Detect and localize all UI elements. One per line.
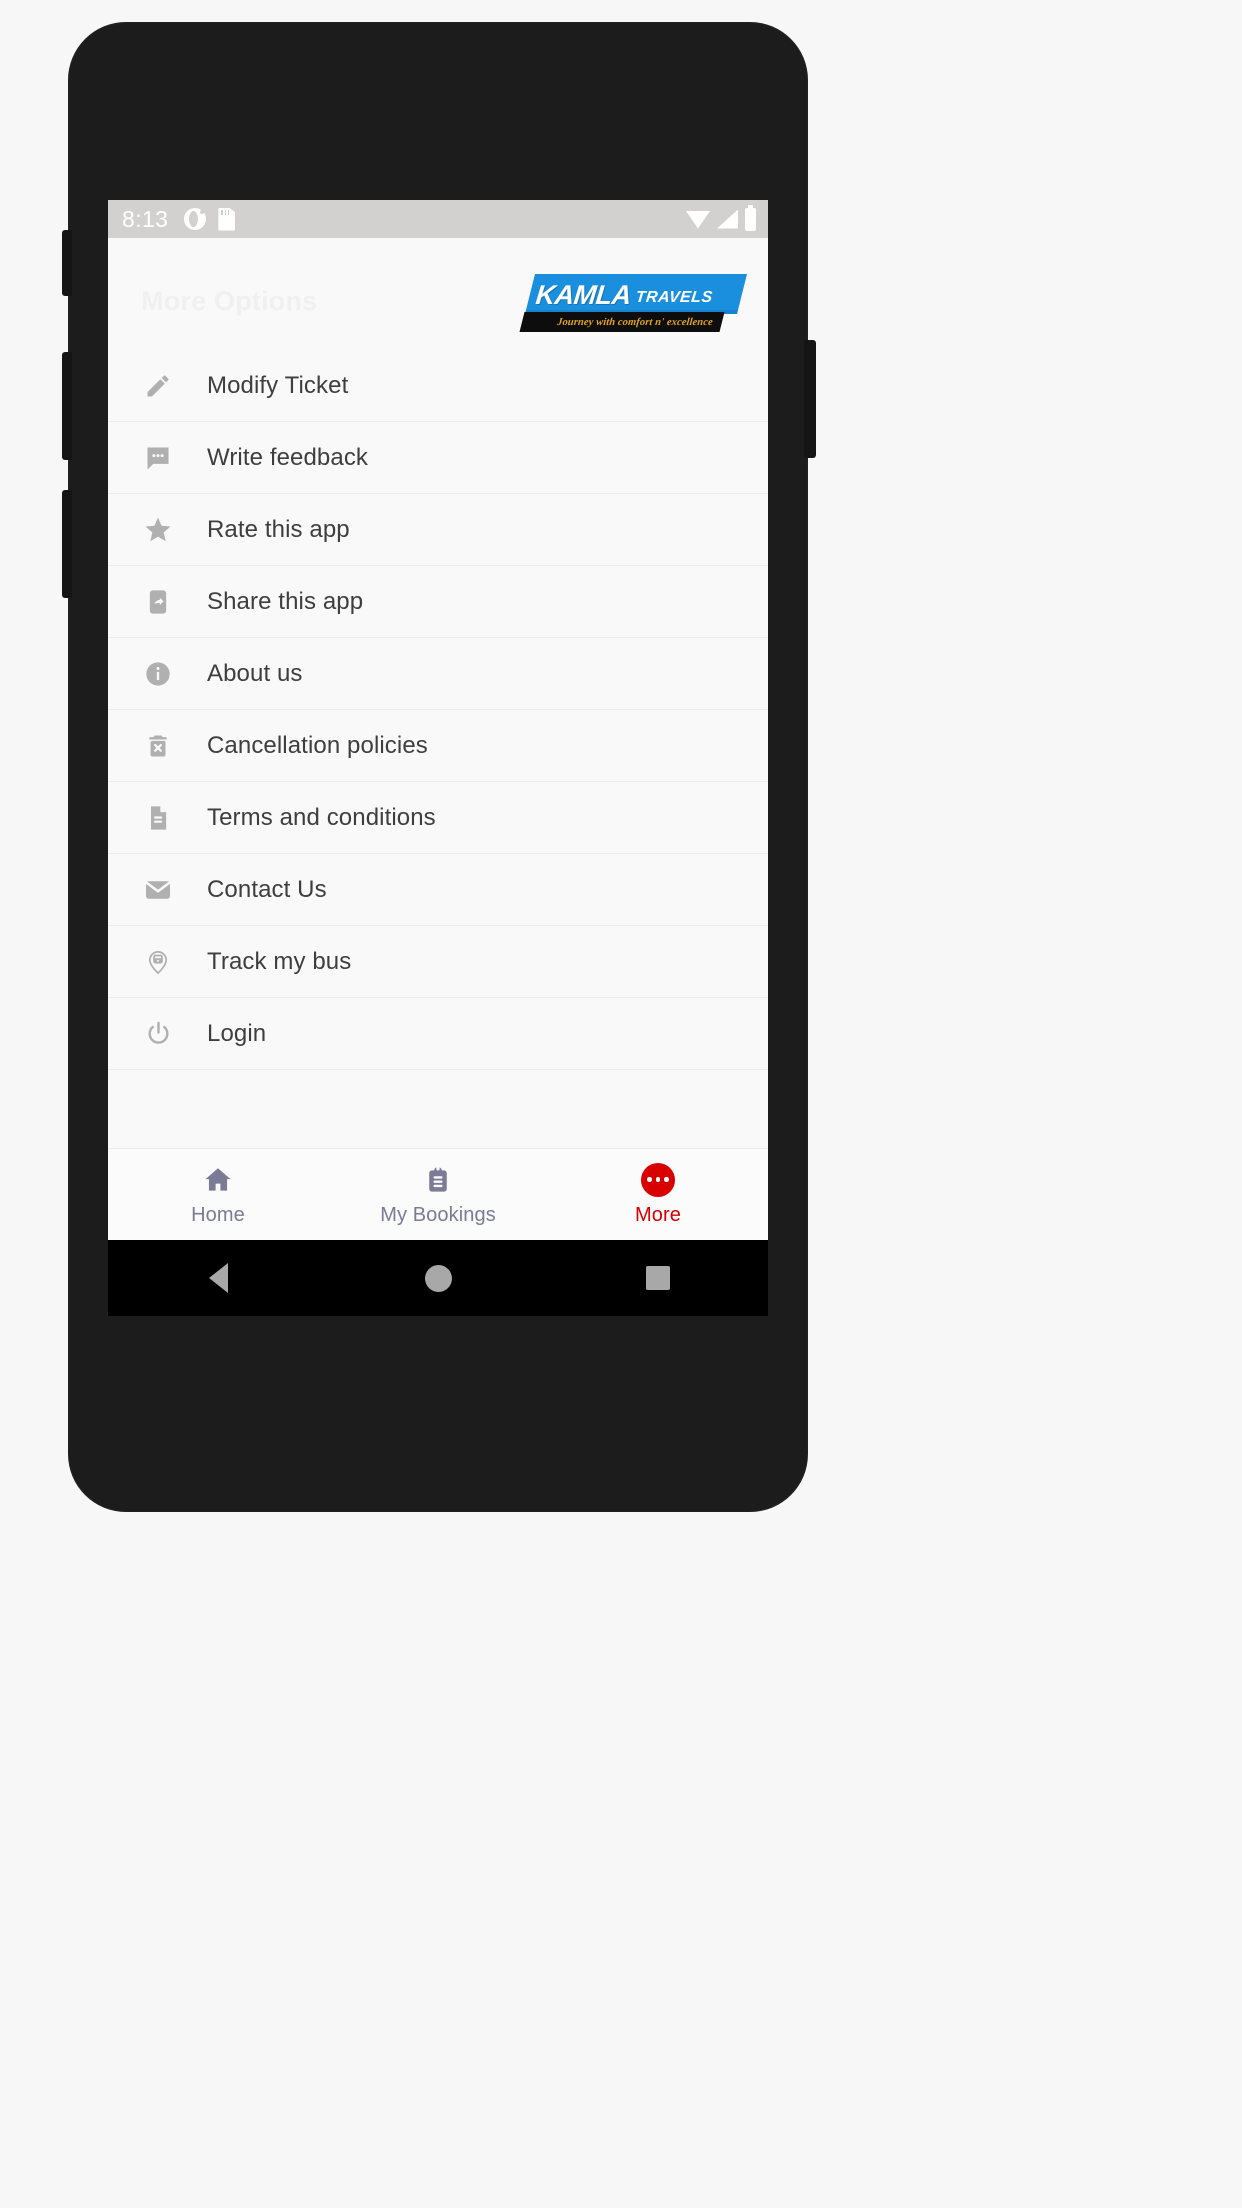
menu-item-contact-us[interactable]: Contact Us <box>108 854 768 926</box>
cellular-signal-icon <box>717 209 738 229</box>
android-navigation-bar <box>108 1240 768 1316</box>
menu-item-label: Rate this app <box>207 515 350 543</box>
menu-item-label: Terms and conditions <box>207 803 436 831</box>
device-volume-up-button[interactable] <box>62 352 72 460</box>
envelope-icon <box>141 873 175 907</box>
more-dots-icon <box>641 1162 675 1197</box>
menu-item-label: Modify Ticket <box>207 371 349 399</box>
menu-item-label: About us <box>207 659 303 687</box>
document-icon <box>141 801 175 835</box>
info-icon <box>141 657 175 691</box>
menu-item-terms-and-conditions[interactable]: Terms and conditions <box>108 782 768 854</box>
menu-item-label: Cancellation policies <box>207 731 428 759</box>
theme-toggle-icon <box>184 208 207 230</box>
app-content: More Options KAMLA TRAVELS Journey with … <box>108 238 768 1240</box>
status-bar: 8:13 <box>108 200 768 238</box>
sd-card-icon <box>218 207 236 231</box>
tab-home[interactable]: Home <box>108 1149 328 1240</box>
power-icon <box>141 1017 175 1051</box>
kamla-travels-logo: KAMLA TRAVELS Journey with comfort n' ex… <box>519 274 747 332</box>
tab-label: My Bookings <box>380 1203 496 1226</box>
menu-item-rate-this-app[interactable]: Rate this app <box>108 494 768 566</box>
chat-bubble-icon <box>141 441 175 475</box>
tab-label: More <box>635 1203 681 1226</box>
menu-item-label: Share this app <box>207 587 364 615</box>
menu-item-write-feedback[interactable]: Write feedback <box>108 422 768 494</box>
menu-item-label: Contact Us <box>207 875 327 903</box>
menu-item-cancellation-policies[interactable]: Cancellation policies <box>108 710 768 782</box>
status-bar-clock: 8:13 <box>122 205 169 232</box>
device-power-button[interactable] <box>804 340 816 458</box>
menu-item-share-this-app[interactable]: Share this app <box>108 566 768 638</box>
clipboard-icon <box>423 1163 453 1197</box>
pencil-icon <box>141 369 175 403</box>
trash-x-icon <box>141 729 175 763</box>
device-button-left-top[interactable] <box>62 230 72 296</box>
menu-item-track-my-bus[interactable]: Track my bus <box>108 926 768 998</box>
menu-item-modify-ticket[interactable]: Modify Ticket <box>108 350 768 422</box>
menu-item-label: Write feedback <box>207 443 369 471</box>
app-header: More Options KAMLA TRAVELS Journey with … <box>108 238 768 350</box>
home-icon <box>202 1163 234 1197</box>
back-button[interactable] <box>108 1263 328 1293</box>
recents-button[interactable] <box>548 1266 768 1290</box>
status-bar-left-icons <box>184 207 236 231</box>
menu-item-about-us[interactable]: About us <box>108 638 768 710</box>
battery-icon <box>745 204 756 231</box>
logo-brand-suffix: TRAVELS <box>634 288 714 306</box>
page-title: More Options <box>141 286 318 316</box>
logo-brand-name: KAMLA <box>534 279 633 310</box>
phone-device-frame: 8:13 More Options KAMLA TRAVELS Journey … <box>62 22 816 1512</box>
share-phone-icon <box>141 585 175 619</box>
menu-item-label: Track my bus <box>207 947 352 975</box>
device-volume-down-button[interactable] <box>62 490 72 598</box>
tab-label: Home <box>191 1203 245 1226</box>
home-button[interactable] <box>328 1264 548 1292</box>
menu-item-label: Login <box>207 1019 267 1047</box>
menu-empty-space <box>108 1070 768 1128</box>
wifi-icon <box>686 211 710 229</box>
more-options-menu: Modify Ticket Write feedback Rate this a… <box>108 350 768 1148</box>
logo-text-group: KAMLA TRAVELS <box>534 278 742 312</box>
tab-my-bookings[interactable]: My Bookings <box>328 1149 548 1240</box>
phone-screen: 8:13 More Options KAMLA TRAVELS Journey … <box>108 200 768 1316</box>
tab-more[interactable]: More <box>548 1149 768 1240</box>
menu-item-login[interactable]: Login <box>108 998 768 1070</box>
star-icon <box>141 513 175 547</box>
bottom-tab-bar: Home My Bookings More <box>108 1148 768 1240</box>
screenshot-root: 8:13 More Options KAMLA TRAVELS Journey … <box>0 0 1242 2208</box>
status-bar-right-icons <box>686 204 756 231</box>
logo-tagline: Journey with comfort n' excellence <box>556 316 714 328</box>
map-pin-bus-icon <box>141 945 175 979</box>
